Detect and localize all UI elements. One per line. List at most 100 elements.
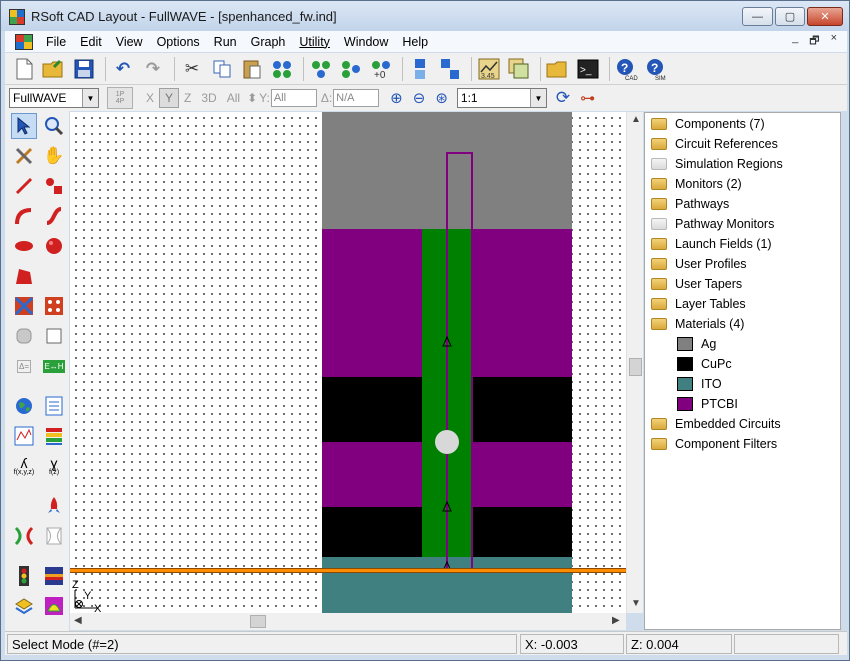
traffic-light-icon[interactable] [11, 563, 37, 589]
minimize-button[interactable]: — [742, 7, 773, 26]
tree-item-material-ptcbi[interactable]: PTCBI [677, 395, 738, 413]
eh-tool-button[interactable]: E↔H [41, 353, 67, 379]
scroll-left-icon[interactable]: ◀ [74, 615, 82, 626]
tree-item-pathways[interactable]: Pathways [651, 195, 729, 213]
view-3d-button[interactable]: 3D [196, 88, 221, 108]
refresh-icon[interactable]: ⟳ [551, 88, 575, 108]
menu-window[interactable]: Window [337, 35, 395, 49]
menu-help[interactable]: Help [395, 35, 435, 49]
hierarchy-icon[interactable]: ⊶ [575, 88, 600, 108]
zoom-in-icon[interactable]: ⊕ [385, 88, 408, 108]
segment-tool-icon[interactable] [41, 173, 67, 199]
windows-icon[interactable] [506, 56, 532, 82]
open-project-icon[interactable] [545, 56, 571, 82]
tree-item-materials[interactable]: Materials (4) [651, 315, 744, 333]
menu-file[interactable]: File [39, 35, 73, 49]
mdi-restore-button[interactable]: 🗗 [809, 32, 819, 51]
select-arrow-icon[interactable] [11, 113, 37, 139]
scroll-thumb-horizontal[interactable] [250, 615, 266, 628]
tree-item-simulation-regions[interactable]: Simulation Regions [651, 155, 783, 173]
tree-item-layer-tables[interactable]: Layer Tables [651, 295, 746, 313]
close-button[interactable]: ✕ [807, 7, 843, 26]
tree-item-material-cupc[interactable]: CuPc [677, 355, 732, 373]
source-circle[interactable] [435, 430, 459, 454]
monitor-marker-bottom[interactable] [442, 500, 452, 512]
arc-tool-icon[interactable] [11, 203, 37, 229]
distribute-icon[interactable] [338, 56, 364, 82]
tree-item-pathway-monitors[interactable]: Pathway Monitors [651, 215, 774, 233]
view-x-button[interactable]: X [141, 88, 159, 108]
delta-tool-button[interactable]: Δ= [11, 353, 37, 379]
vertical-scrollbar[interactable]: ▲ ▼ [626, 112, 643, 613]
align-icon[interactable] [308, 56, 334, 82]
globe-icon[interactable] [11, 393, 37, 419]
highlight-line[interactable] [70, 568, 626, 573]
menu-graph[interactable]: Graph [244, 35, 293, 49]
mdi-minimize-button[interactable]: _ [792, 32, 798, 51]
cylinder-tool-icon[interactable] [11, 323, 37, 349]
layer-down-icon[interactable] [437, 56, 463, 82]
sim-help-icon[interactable]: ? SIM [644, 56, 670, 82]
add-component-icon[interactable]: +0 [368, 56, 394, 82]
s-bend-tool-icon[interactable] [41, 203, 67, 229]
mdi-close-button[interactable]: × [831, 32, 837, 51]
menu-options[interactable]: Options [150, 35, 207, 49]
y-field[interactable]: All [270, 89, 317, 107]
symbol-table-icon[interactable]: 3.45 [476, 56, 502, 82]
layout-canvas[interactable]: Z Y X [70, 112, 626, 613]
spin-arrows-icon[interactable]: ⬍ [245, 88, 259, 108]
paste-icon[interactable] [239, 56, 265, 82]
tools-icon[interactable] [11, 143, 37, 169]
tree-item-components[interactable]: Components (7) [651, 115, 765, 133]
scroll-right-icon[interactable]: ▶ [612, 615, 620, 626]
terminal-icon[interactable]: >_ [575, 56, 601, 82]
scroll-thumb-vertical[interactable] [629, 358, 642, 376]
new-file-icon[interactable] [11, 56, 37, 82]
simulator-select[interactable]: FullWAVE ▼ [9, 88, 99, 108]
sphere-tool-icon[interactable] [41, 233, 67, 259]
pan-hand-icon[interactable]: ✋ [41, 143, 67, 169]
tree-item-material-ag[interactable]: Ag [677, 335, 716, 353]
tree-item-circuit-references[interactable]: Circuit References [651, 135, 778, 153]
scroll-down-icon[interactable]: ▼ [631, 598, 641, 609]
zoom-fit-icon[interactable]: ⊛ [430, 88, 453, 108]
pane-toggle-button[interactable]: 1P 4P [107, 87, 133, 109]
zoom-icon[interactable] [41, 113, 67, 139]
menu-utility[interactable]: Utility [292, 35, 337, 49]
monitor-marker-top[interactable] [442, 335, 452, 347]
tree-item-component-filters[interactable]: Component Filters [651, 435, 777, 453]
taper-icon[interactable] [41, 523, 67, 549]
menu-view[interactable]: View [109, 35, 150, 49]
group-icon[interactable] [269, 56, 295, 82]
line-tool-icon[interactable] [11, 173, 37, 199]
redo-icon[interactable]: ↷ [140, 56, 166, 82]
zoom-ratio-select[interactable]: 1:1 ▼ [456, 88, 547, 108]
layer-up-icon[interactable] [407, 56, 433, 82]
rocket-icon[interactable] [41, 493, 67, 519]
horizontal-scrollbar[interactable]: ◀ ▶ [70, 613, 626, 630]
function-xyz-button[interactable]: ʎ f(x,y,z) [11, 453, 37, 479]
cut-icon[interactable]: ✂ [179, 56, 205, 82]
copy-icon[interactable] [209, 56, 235, 82]
array-tool-icon[interactable] [41, 293, 67, 319]
save-icon[interactable] [71, 56, 97, 82]
cad-help-icon[interactable]: ? CAD [614, 56, 640, 82]
path-icon[interactable] [11, 593, 37, 619]
function-z-button[interactable]: ɣ f(z) [41, 453, 67, 479]
scroll-up-icon[interactable]: ▲ [631, 114, 641, 125]
tree-item-embedded-circuits[interactable]: Embedded Circuits [651, 415, 781, 433]
merge-icon[interactable] [11, 523, 37, 549]
list-icon[interactable] [41, 393, 67, 419]
tree-item-material-ito[interactable]: ITO [677, 375, 722, 393]
view-z-button[interactable]: Z [179, 88, 196, 108]
menu-run[interactable]: Run [207, 35, 244, 49]
rect-tool-icon[interactable] [41, 323, 67, 349]
undo-icon[interactable]: ↶ [110, 56, 136, 82]
title-bar[interactable]: RSoft CAD Layout - FullWAVE - [spenhance… [1, 1, 849, 31]
coupler-tool-icon[interactable] [11, 293, 37, 319]
view-all-button[interactable]: All [222, 88, 245, 108]
zoom-out-icon[interactable]: ⊖ [408, 88, 431, 108]
polygon-tool-icon[interactable] [11, 263, 37, 289]
tree-item-monitors[interactable]: Monitors (2) [651, 175, 742, 193]
heatmap-icon[interactable] [41, 563, 67, 589]
